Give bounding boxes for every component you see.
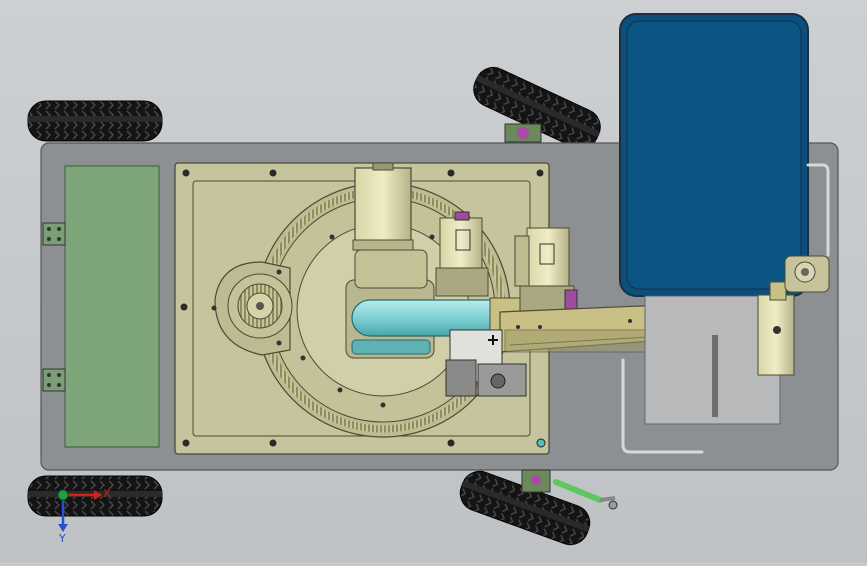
water-tank[interactable] — [619, 13, 809, 297]
triad-y-label: Y — [58, 532, 66, 545]
hinge-bracket-lower — [42, 368, 66, 392]
triad-x-label: X — [103, 487, 111, 500]
triad-origin — [57, 489, 69, 501]
battery-panel[interactable] — [64, 165, 160, 448]
hinge-bracket-upper — [42, 222, 66, 246]
wheel-front-left[interactable] — [27, 100, 163, 142]
cad-viewport[interactable]: X Y — [0, 0, 867, 562]
front-right-hub — [504, 123, 542, 143]
sensor-port — [536, 438, 546, 448]
shoulder-motor[interactable] — [435, 211, 489, 297]
elbow-motor[interactable] — [514, 227, 578, 313]
